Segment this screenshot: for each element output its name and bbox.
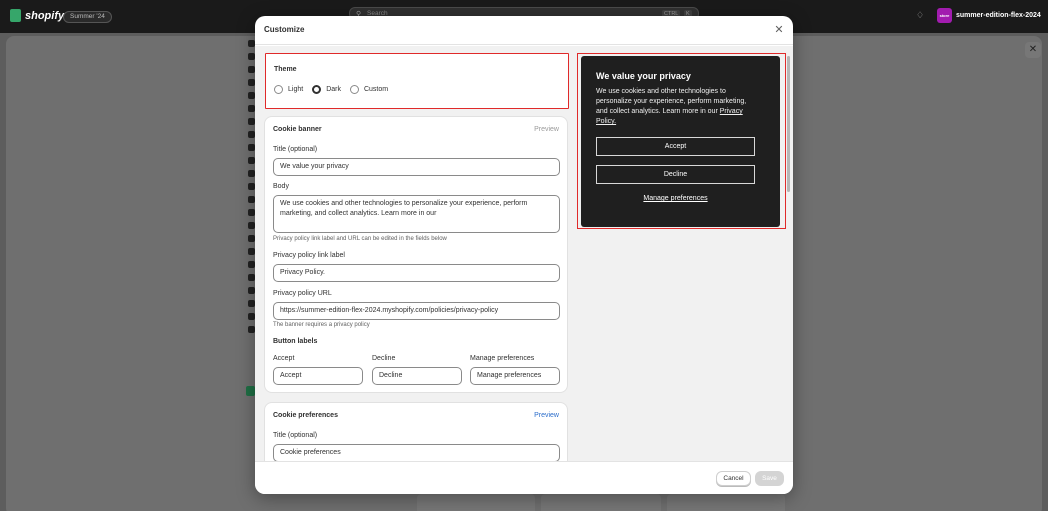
preview-accept-button[interactable]: Accept [596, 137, 755, 156]
decline-label: Decline [372, 355, 396, 362]
cookie-banner-preview: We value your privacy We use cookies and… [581, 56, 780, 227]
theme-title: Theme [274, 66, 297, 73]
title-input[interactable]: We value your privacy [273, 158, 560, 176]
background-close-icon: ✕ [1025, 42, 1041, 58]
shopify-logo[interactable]: shopify [10, 9, 64, 22]
theme-option-custom[interactable]: Custom [349, 85, 389, 94]
radio-dark[interactable] [312, 85, 322, 94]
radio-label-custom: Custom [363, 86, 389, 93]
cookie-banner-card: Cookie banner Preview Title (optional) W… [264, 116, 568, 393]
scrollbar-thumb[interactable] [787, 56, 790, 192]
background-tile [541, 494, 661, 511]
background-tile [417, 494, 535, 511]
prefs-title-input[interactable]: Cookie preferences [273, 444, 560, 461]
body-label: Body [273, 183, 289, 190]
background-sales-channel-icon [246, 386, 255, 396]
cookie-banner-preview-link[interactable]: Preview [534, 126, 559, 133]
cookie-preferences-title: Cookie preferences [273, 412, 338, 419]
shopify-bag-icon [10, 9, 21, 22]
save-button[interactable]: Save [755, 471, 784, 486]
accept-input[interactable]: Accept [273, 367, 363, 385]
bell-icon[interactable]: ♢ [916, 10, 924, 21]
title-label: Title (optional) [273, 146, 318, 153]
close-icon[interactable]: ✕ [773, 23, 785, 36]
modal-title: Customize [264, 25, 305, 34]
radio-label-dark: Dark [326, 86, 341, 93]
privacy-url-help: The banner requires a privacy policy [273, 322, 370, 328]
preview-panel: We value your privacy We use cookies and… [577, 53, 786, 229]
link-label-input[interactable]: Privacy Policy. [273, 264, 560, 282]
radio-label-light: Light [288, 86, 304, 93]
preview-manage-link[interactable]: Manage preferences [596, 195, 755, 202]
preview-title: We value your privacy [596, 71, 691, 81]
prefs-title-label: Title (optional) [273, 432, 318, 439]
customize-modal: Customize ✕ Theme Light Dark Custom Cook… [255, 16, 793, 494]
cancel-button[interactable]: Cancel [716, 471, 751, 486]
accept-label: Accept [273, 355, 295, 362]
store-name: summer-edition-flex-2024 [956, 12, 1041, 19]
body-help-text: Privacy policy link label and URL can be… [273, 236, 447, 242]
modal-body: Theme Light Dark Custom Cookie banner Pr… [255, 46, 793, 461]
modal-scrollbar[interactable] [787, 52, 790, 459]
radio-custom[interactable] [349, 85, 359, 94]
body-textarea[interactable]: We use cookies and other technologies to… [273, 195, 560, 233]
link-label-label: Privacy policy link label [273, 252, 345, 259]
privacy-url-label: Privacy policy URL [273, 290, 332, 297]
theme-option-dark[interactable]: Dark [312, 85, 341, 94]
radio-light[interactable] [274, 85, 283, 94]
cookie-preferences-card: Cookie preferences Preview Title (option… [264, 402, 568, 461]
edition-badge[interactable]: Summer '24 [63, 11, 112, 23]
background-tile [667, 494, 785, 511]
decline-input[interactable]: Decline [372, 367, 462, 385]
preview-body: We use cookies and other technologies to… [596, 87, 756, 127]
store-menu[interactable]: store summer-edition-flex-2024 [937, 8, 1041, 23]
preview-decline-button[interactable]: Decline [596, 165, 755, 184]
cookie-banner-title: Cookie banner [273, 126, 322, 133]
theme-card: Theme Light Dark Custom [265, 53, 569, 109]
manage-label: Manage preferences [470, 355, 535, 362]
modal-footer: Cancel Save [255, 461, 793, 494]
manage-input[interactable]: Manage preferences [470, 367, 560, 385]
theme-option-light[interactable]: Light [274, 85, 303, 94]
cookie-preferences-preview-link[interactable]: Preview [534, 412, 559, 419]
brand-name: shopify [25, 9, 65, 22]
button-labels-title: Button labels [273, 338, 318, 345]
modal-header: Customize ✕ [255, 16, 793, 45]
theme-radio-group: Light Dark Custom [274, 85, 397, 94]
privacy-url-input[interactable]: https://summer-edition-flex-2024.myshopi… [273, 302, 560, 320]
store-avatar: store [937, 8, 952, 23]
